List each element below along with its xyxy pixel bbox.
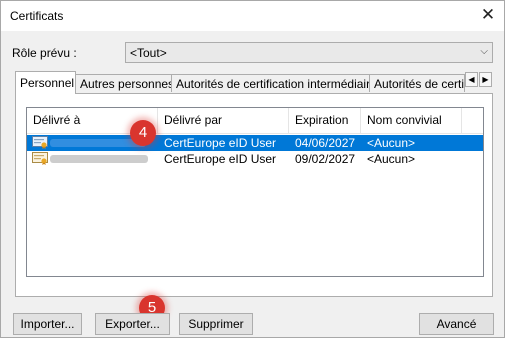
tab-autres-personnes[interactable]: Autres personnes	[75, 74, 173, 92]
tab-strip: Personnel Autres personnes Autorités de …	[15, 71, 493, 94]
certificate-list[interactable]: Délivré à Délivré par Expiration Nom con…	[26, 107, 484, 277]
table-row[interactable]: CertEurope eID User 04/06/2027 <Aucun>	[27, 135, 483, 151]
issued-by-cell: CertEurope eID User	[164, 136, 277, 150]
role-dropdown[interactable]: <Tout> ⌵	[125, 42, 493, 63]
column-header-issued-by[interactable]: Délivré par	[158, 108, 289, 133]
advanced-button[interactable]: Avancé	[419, 313, 494, 335]
friendly-name-cell: <Aucun>	[367, 136, 416, 150]
expiration-cell: 04/06/2027	[295, 136, 356, 150]
issued-by-cell: CertEurope eID User	[164, 152, 277, 166]
delete-button[interactable]: Supprimer	[179, 313, 253, 335]
column-header-friendly-name[interactable]: Nom convivial	[361, 108, 462, 133]
role-value: <Tout>	[130, 46, 167, 60]
step-badge: 4	[130, 120, 156, 146]
certificate-icon	[32, 136, 48, 149]
export-button[interactable]: Exporter...	[95, 313, 170, 335]
tab-scroll-left-icon[interactable]: ◀	[465, 72, 478, 87]
tab-autorites-intermediaires[interactable]: Autorités de certification intermédiaire…	[171, 74, 371, 92]
table-row[interactable]: CertEurope eID User 09/02/2027 <Aucun>	[27, 151, 483, 167]
friendly-name-cell: <Aucun>	[367, 152, 416, 166]
role-label: Rôle prévu :	[12, 46, 77, 60]
tab-scroll-right-icon[interactable]: ▶	[479, 72, 492, 87]
import-button[interactable]: Importer...	[13, 313, 82, 335]
expiration-cell: 09/02/2027	[295, 152, 356, 166]
certificates-dialog: Certificats ✕ Rôle prévu : <Tout> ⌵ Pers…	[0, 0, 505, 338]
list-header: Délivré à Délivré par Expiration Nom con…	[27, 108, 483, 134]
window-title: Certificats	[10, 9, 64, 23]
chevron-down-icon: ⌵	[480, 46, 488, 57]
tab-panel: Délivré à Délivré par Expiration Nom con…	[15, 93, 493, 297]
column-header-expiration[interactable]: Expiration	[289, 108, 361, 133]
certificate-icon	[32, 152, 48, 165]
tab-autorites-racines[interactable]: Autorités de certi	[369, 74, 465, 92]
redacted-issued-to	[50, 155, 148, 163]
close-icon[interactable]: ✕	[476, 4, 500, 28]
tab-personnel[interactable]: Personnel	[15, 71, 76, 94]
title-bar: Certificats ✕	[1, 1, 504, 31]
